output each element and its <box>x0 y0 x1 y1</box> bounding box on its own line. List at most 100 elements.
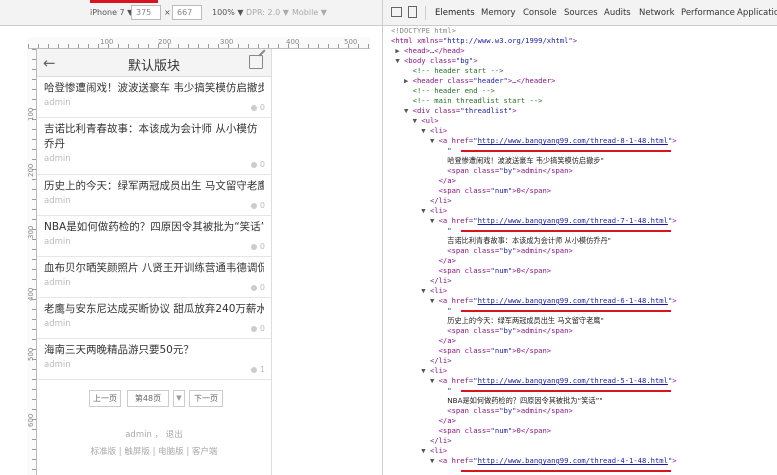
tab-elements[interactable]: Elements <box>435 8 475 18</box>
comment-node[interactable]: <!-- header start --> <box>391 66 777 76</box>
thread-item[interactable]: 海南三天两晚精品游只要50元？ admin 1 <box>37 339 271 380</box>
tab-audits[interactable]: Audits <box>604 8 631 18</box>
body-node[interactable]: ▼ <body class="bg"> <box>391 56 777 66</box>
thread-title[interactable]: 历史上的今天：绿军两冠成员出生 马文留守老鹰 <box>44 179 264 194</box>
span-node[interactable]: <span class="num">0</span> <box>391 186 777 196</box>
ruler-tick: 500 <box>27 347 35 361</box>
comment-icon <box>250 202 257 209</box>
anchor-close[interactable]: </a> <box>391 336 777 346</box>
comment-icon <box>250 243 257 250</box>
reply-count: 1 <box>250 365 265 374</box>
thread-item[interactable]: NBA是如何做药检的？四原因令其被批为“笑话” admin 0 <box>37 216 271 257</box>
page-title: 默认版块 <box>127 59 180 74</box>
tab-memory[interactable]: Memory <box>481 8 516 18</box>
thread-item[interactable]: 历史上的今天：绿军两冠成员出生 马文留守老鹰 admin 0 <box>37 175 271 216</box>
li-close[interactable]: </li> <box>391 356 777 366</box>
doctype-node[interactable]: <!DOCTYPE html> <box>391 26 777 36</box>
thread-author: admin <box>44 98 71 108</box>
prev-page-button[interactable]: 上一页 <box>89 390 121 407</box>
header-node[interactable]: ▶ <header class="header">…</header> <box>391 76 777 86</box>
anchor-node[interactable]: ▼ <a href="http://www.bangyang99.com/thr… <box>391 456 777 466</box>
device-select[interactable]: iPhone 7 ▼ <box>90 8 133 18</box>
anchor-node[interactable]: ▼ <a href="http://www.bangyang99.com/thr… <box>391 216 777 226</box>
dpr-select[interactable]: DPR: 2.0 ▼ <box>246 8 289 18</box>
anchor-close[interactable]: </a> <box>391 176 777 186</box>
thread-title[interactable]: 海南三天两晚精品游只要50元？ <box>44 343 264 358</box>
span-node[interactable]: <span class="num">0</span> <box>391 426 777 436</box>
li-node[interactable]: ▼ <li> <box>391 206 777 216</box>
anchor-node[interactable]: ▼ <a href="http://www.bangyang99.com/thr… <box>391 376 777 386</box>
chevron-down-icon[interactable]: ▼ <box>173 390 185 407</box>
thread-title[interactable]: NBA是如何做药检的？四原因令其被批为“笑话” <box>44 220 264 235</box>
annotation-underline <box>461 390 671 392</box>
text-node[interactable]: 吉诺比利青春故事：本该成为会计师 从小模仿乔丹" <box>391 236 777 246</box>
annotation-underline <box>461 150 671 152</box>
span-node[interactable]: <span class="by">admin</span> <box>391 326 777 336</box>
li-node[interactable]: ▼ <li> <box>391 126 777 136</box>
li-node[interactable]: ▼ <li> <box>391 446 777 456</box>
tab-application[interactable]: Application <box>737 8 777 18</box>
zoom-select[interactable]: 100% ▼ <box>212 8 244 18</box>
reply-count: 0 <box>250 103 265 112</box>
next-page-button[interactable]: 下一页 <box>189 390 223 407</box>
thread-item[interactable]: 老鹰与安东尼达成买断协议 甜瓜放弃240万薪水 admin 0 <box>37 298 271 339</box>
footer: admin ， 退出 标准版 | 触屏版 | 电脑版 | 客户端 <box>37 428 271 457</box>
width-input[interactable]: 375 <box>131 5 161 20</box>
ruler-tick: 500 <box>344 38 358 46</box>
tab-network[interactable]: Network <box>639 8 675 18</box>
thread-title[interactable]: 血布贝尔晒笑颜照片 八贤王开训练营通韦德调侃 <box>44 261 264 276</box>
span-node[interactable]: <span class="by">admin</span> <box>391 166 777 176</box>
thread-title[interactable]: 哈登惨遭闹戏！波波送豪车 韦少搞笑模仿启撤步 <box>44 81 264 96</box>
mode-select[interactable]: Mobile ▼ <box>292 8 327 18</box>
head-node[interactable]: ▶ <head>…</head> <box>391 46 777 56</box>
tab-console[interactable]: Console <box>523 8 557 18</box>
thread-item[interactable]: 血布贝尔晒笑颜照片 八贤王开训练营通韦德调侃 admin 0 <box>37 257 271 298</box>
toolbar-separator <box>425 6 426 20</box>
thread-author: admin <box>44 319 71 329</box>
li-close[interactable]: </li> <box>391 276 777 286</box>
li-node[interactable]: ▼ <li> <box>391 286 777 296</box>
inspect-element-icon[interactable] <box>391 7 402 17</box>
li-node[interactable]: ▼ <li> <box>391 366 777 376</box>
span-node[interactable]: <span class="num">0</span> <box>391 266 777 276</box>
span-node[interactable]: <span class="by">admin</span> <box>391 406 777 416</box>
comment-node[interactable]: <!-- header end --> <box>391 86 777 96</box>
tab-sources[interactable]: Sources <box>564 8 598 18</box>
ul-node[interactable]: ▼ <ul> <box>391 116 777 126</box>
anchor-node[interactable]: ▼ <a href="http://www.bangyang99.com/thr… <box>391 136 777 146</box>
span-node[interactable]: <span class="num">0</span> <box>391 346 777 356</box>
comment-icon <box>250 104 257 111</box>
text-node[interactable]: 历史上的今天：绿军两冠成员出生 马文留守老鹰" <box>391 316 777 326</box>
div-node[interactable]: ▼ <div class="threadlist"> <box>391 106 777 116</box>
anchor-close[interactable]: </a> <box>391 416 777 426</box>
li-close[interactable]: </li> <box>391 436 777 446</box>
footer-user[interactable]: admin ， 退出 <box>37 428 271 440</box>
dom-tree[interactable]: <!DOCTYPE html> <html xmlns="http://www.… <box>383 26 777 475</box>
tab-performance[interactable]: Performance <box>681 8 735 18</box>
thread-title[interactable]: 吉诺比利青春故事：本该成为会计师 从小模仿乔丹 <box>44 122 264 152</box>
device-toggle-icon[interactable] <box>408 6 417 18</box>
anchor-close[interactable]: </a> <box>391 256 777 266</box>
thread-item[interactable]: 吉诺比利青春故事：本该成为会计师 从小模仿乔丹 admin 0 <box>37 118 271 175</box>
new-post-icon[interactable] <box>249 55 263 69</box>
thread-author: admin <box>44 196 71 206</box>
text-node[interactable]: NBA是如何做药检的？四原因令其被批为“笑话”" <box>391 396 777 406</box>
thread-author: admin <box>44 278 71 288</box>
ruler-tick: 300 <box>27 225 35 239</box>
span-node[interactable]: <span class="by">admin</span> <box>391 246 777 256</box>
annotation-underline <box>461 230 671 232</box>
reply-count: 0 <box>250 160 265 169</box>
height-input[interactable]: 667 <box>172 5 202 20</box>
ruler-tick: 400 <box>27 287 35 301</box>
page-select[interactable]: 第48页 <box>127 390 169 407</box>
thread-item[interactable]: 哈登惨遭闹戏！波波送豪车 韦少搞笑模仿启撤步 admin 0 <box>37 77 271 118</box>
anchor-node[interactable]: ▼ <a href="http://www.bangyang99.com/thr… <box>391 296 777 306</box>
thread-title[interactable]: 老鹰与安东尼达成买断协议 甜瓜放弃240万薪水 <box>44 302 264 317</box>
comment-node[interactable]: <!-- main threadlist start --> <box>391 96 777 106</box>
comment-icon <box>250 284 257 291</box>
footer-links[interactable]: 标准版 | 触屏版 | 电脑版 | 客户端 <box>37 445 271 457</box>
pagination: 上一页 第48页 ▼ 下一页 <box>37 380 271 420</box>
li-close[interactable]: </li> <box>391 196 777 206</box>
html-node[interactable]: <html xmlns="http://www.w3.org/1999/xhtm… <box>391 36 777 46</box>
text-node[interactable]: 哈登惨遭闹戏！波波送豪车 韦少搞笑模仿启撤步" <box>391 156 777 166</box>
